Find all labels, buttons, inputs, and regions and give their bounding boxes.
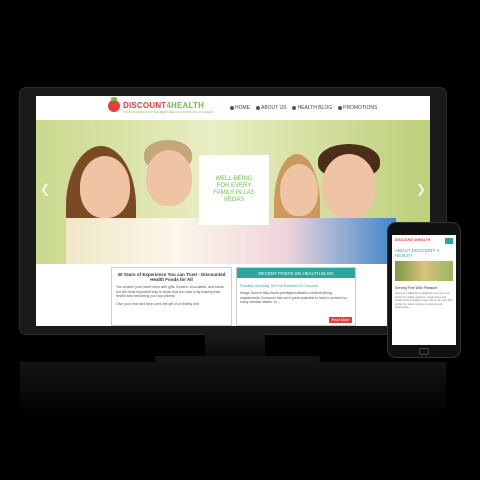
site-header: DISCOUNT4HEALTH YOUR SOURCE FOR THE BEST… bbox=[36, 96, 430, 120]
desktop-monitor: DISCOUNT4HEALTH YOUR SOURCE FOR THE BEST… bbox=[20, 88, 446, 334]
nav-item-blog[interactable]: HEALTH BLOG bbox=[292, 105, 332, 111]
tag-icon bbox=[338, 106, 343, 110]
nav-label: ABOUT US bbox=[261, 105, 287, 111]
desktop-screen: DISCOUNT4HEALTH YOUR SOURCE FOR THE BEST… bbox=[36, 96, 430, 326]
logo-main: DISCOUNT bbox=[123, 101, 167, 110]
nav-label: HEALTH BLOG bbox=[297, 105, 333, 111]
nav-item-promotions[interactable]: PROMOTIONS bbox=[338, 105, 377, 111]
apple-icon bbox=[108, 97, 120, 112]
monitor-stand-neck bbox=[205, 334, 265, 356]
home-button[interactable] bbox=[419, 348, 429, 355]
recent-posts-section: RECENT POSTS ON HEALTH BLOG Possibly Unl… bbox=[236, 267, 356, 326]
intro-section: 30 Years of Experience You can Trust - D… bbox=[111, 267, 232, 326]
home-icon bbox=[230, 106, 234, 110]
nav-item-about[interactable]: ABOUT US bbox=[256, 105, 286, 111]
person-face bbox=[146, 150, 192, 206]
logo-tagline: YOUR SOURCE FOR THE BEST HEALTH FOODS IN… bbox=[123, 110, 214, 114]
person-face bbox=[280, 164, 318, 216]
phone-text: Discount 4 HEALTH is delighted to be you… bbox=[395, 292, 453, 309]
phone-screen: DISCOUNT 4HEALTH ABOUT DISCOUNT 4 HEALTH… bbox=[392, 235, 456, 345]
hero-line: VEGAS bbox=[223, 197, 245, 203]
phone-logo[interactable]: DISCOUNT 4HEALTH bbox=[395, 238, 430, 242]
person-face bbox=[80, 156, 130, 218]
post-excerpt: Image Source:http://www.prestigiousdirti… bbox=[240, 291, 347, 304]
hero-caption-box: WELL-BEING FOR EVERY FAMILY IN LAS VEGAS bbox=[199, 155, 269, 225]
carousel-prev-icon[interactable]: ❮ bbox=[40, 182, 50, 196]
store-photo bbox=[395, 261, 453, 281]
person-face bbox=[322, 154, 376, 218]
mobile-phone: DISCOUNT 4HEALTH ABOUT DISCOUNT 4 HEALTH… bbox=[387, 222, 461, 358]
hero-line: FOR EVERY bbox=[216, 183, 252, 189]
blog-icon bbox=[292, 106, 297, 110]
desk-reflection bbox=[20, 362, 446, 417]
main-nav: HOME ABOUT US HEALTH BLOG PROMOTIONS bbox=[230, 105, 377, 111]
intro-text: Give your new and dear ones the gift of … bbox=[116, 301, 200, 306]
nav-label: HOME bbox=[235, 105, 250, 111]
content-background bbox=[36, 264, 430, 326]
intro-title: 30 Years of Experience You can Trust - D… bbox=[117, 272, 226, 282]
hero-line: WELL-BEING bbox=[215, 176, 253, 182]
read-more-button[interactable]: Read More bbox=[328, 317, 352, 323]
recent-posts-header: RECENT POSTS ON HEALTH BLOG bbox=[237, 268, 355, 278]
hero-line: FAMILY IN LAS bbox=[213, 190, 255, 196]
menu-icon[interactable] bbox=[445, 238, 453, 244]
hero-banner: ❮ ❯ WELL-BEING FOR EVERY FAMILY IN LAS V… bbox=[36, 120, 430, 264]
phone-heading: ABOUT DISCOUNT 4 HEALTH bbox=[395, 248, 439, 258]
carousel-next-icon[interactable]: ❯ bbox=[416, 182, 426, 196]
post-title-link[interactable]: Possibly Unlocking The Full Potential Of… bbox=[240, 284, 352, 288]
logo-accent: 4HEALTH bbox=[166, 101, 205, 110]
nav-label: PROMOTIONS bbox=[343, 105, 378, 111]
info-icon bbox=[256, 106, 260, 110]
logo-text: DISCOUNT4HEALTH bbox=[123, 102, 204, 110]
nav-item-home[interactable]: HOME bbox=[230, 105, 250, 111]
intro-text: You shower your loved ones with gifts, f… bbox=[116, 285, 225, 298]
phone-subheading: Serving Fine With Pleasure bbox=[395, 286, 438, 290]
